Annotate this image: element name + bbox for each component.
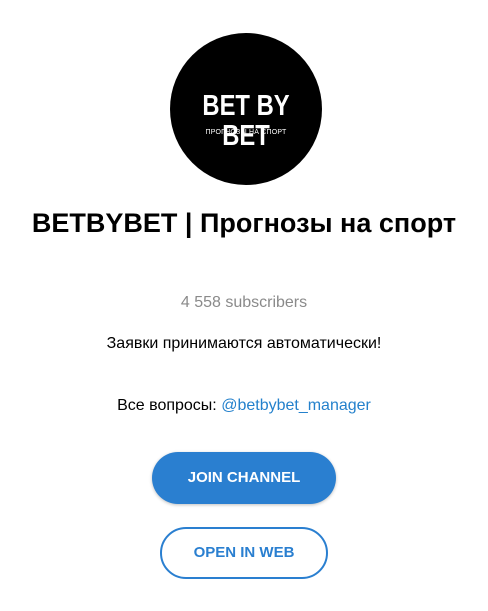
channel-contact-line: Все вопросы: @betbybet_manager [0, 396, 488, 416]
channel-avatar: BET BY BET ПРОГНОЗЫ НА СПОРТ [170, 33, 322, 185]
open-in-web-button[interactable]: OPEN IN WEB [160, 527, 328, 579]
avatar-logo-subtext: ПРОГНОЗЫ НА СПОРТ [205, 129, 287, 136]
channel-preview-page: BET BY BET ПРОГНОЗЫ НА СПОРТ BETBYBET | … [0, 0, 488, 611]
join-channel-button[interactable]: JOIN CHANNEL [152, 452, 336, 504]
channel-description: Заявки принимаются автоматически! [106, 335, 382, 352]
manager-username-link[interactable]: @betbybet_manager [221, 397, 371, 414]
subscriber-count: 4 558 subscribers [180, 294, 308, 311]
contact-prefix: Все вопросы: [117, 397, 222, 414]
avatar-logo-text: BET BY BET [202, 90, 290, 152]
channel-title: BETBYBET | Прогнозы на спорт [31, 208, 457, 238]
